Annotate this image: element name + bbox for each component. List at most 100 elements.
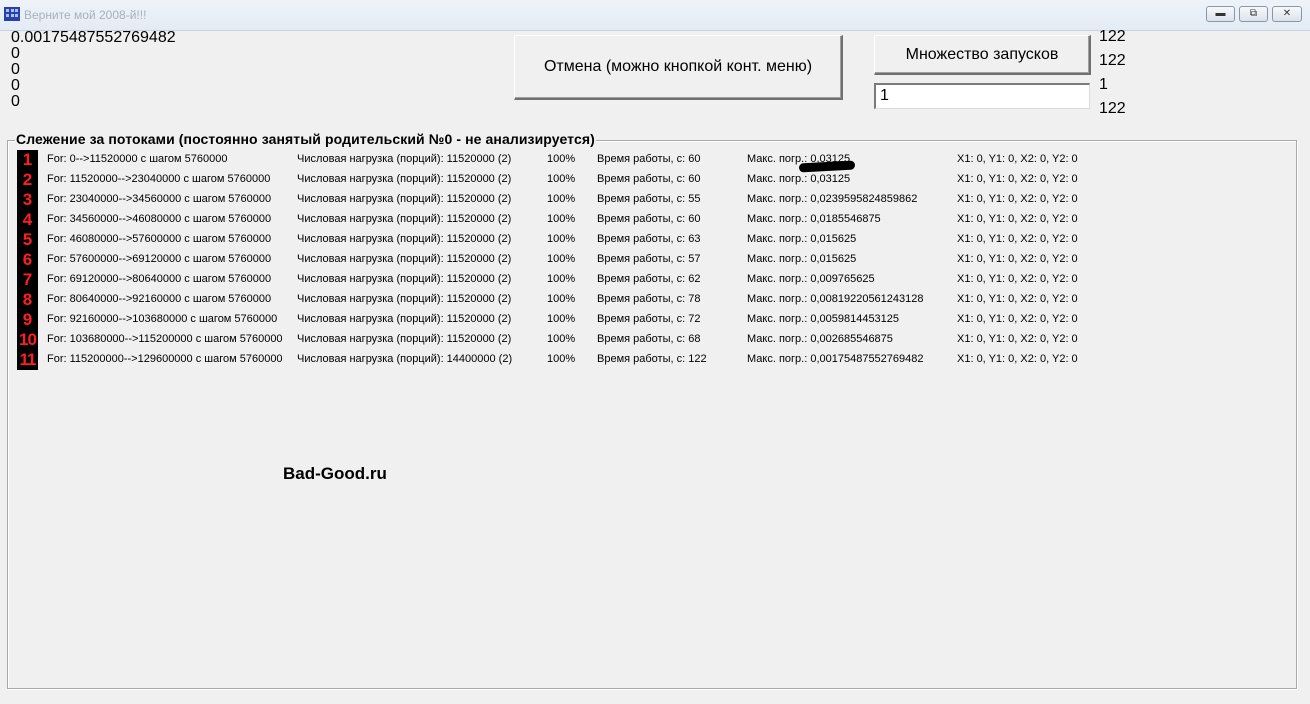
right-values: 122 122 1 122: [1099, 28, 1126, 124]
thread-pct: 100%: [547, 213, 576, 225]
thread-pct: 100%: [547, 293, 576, 305]
thread-load: Числовая нагрузка (порций): 11520000 (2): [297, 173, 512, 185]
thread-time: Время работы, с: 78: [597, 293, 701, 305]
thread-pct: 100%: [547, 173, 576, 185]
thread-load: Числовая нагрузка (порций): 11520000 (2): [297, 193, 512, 205]
thread-load: Числовая нагрузка (порций): 11520000 (2): [297, 233, 512, 245]
thread-xy: X1: 0, Y1: 0, X2: 0, Y2: 0: [957, 253, 1078, 265]
multiple-runs-button[interactable]: Множество запусков: [874, 35, 1091, 75]
thread-load: Числовая нагрузка (порций): 11520000 (2): [297, 333, 512, 345]
thread-number: 5: [17, 230, 38, 250]
thread-number: 4: [17, 210, 38, 230]
thread-pct: 100%: [547, 193, 576, 205]
thread-time: Время работы, с: 57: [597, 253, 701, 265]
thread-time: Время работы, с: 122: [597, 353, 707, 365]
thread-err: Макс. погр.: 0,0059814453125: [747, 313, 900, 325]
thread-load: Числовая нагрузка (порций): 11520000 (2): [297, 153, 512, 165]
app-icon: [4, 7, 20, 21]
minimize-button[interactable]: ▬: [1206, 6, 1235, 22]
thread-err: Макс. погр.: 0,015625: [747, 253, 857, 265]
thread-time: Время работы, с: 60: [597, 153, 701, 165]
thread-pct: 100%: [547, 353, 576, 365]
title-bar: Верните мой 2008-й!!! ▬ ⧉ ✕: [0, 0, 1310, 31]
window-title: Верните мой 2008-й!!!: [24, 8, 147, 22]
cancel-button[interactable]: Отмена (можно кнопкой конт. меню): [514, 35, 843, 100]
close-button[interactable]: ✕: [1272, 6, 1302, 22]
thread-xy: X1: 0, Y1: 0, X2: 0, Y2: 0: [957, 153, 1078, 165]
thread-for: For: 57600000-->69120000 с шагом 5760000: [47, 253, 272, 265]
thread-xy: X1: 0, Y1: 0, X2: 0, Y2: 0: [957, 353, 1078, 365]
thread-err: Макс. погр.: 0,0239595824859862: [747, 193, 918, 205]
thread-xy: X1: 0, Y1: 0, X2: 0, Y2: 0: [957, 233, 1078, 245]
thread-time: Время работы, с: 60: [597, 173, 701, 185]
result-value: 0: [11, 77, 20, 94]
right-value: 122: [1099, 28, 1126, 45]
watermark: Bad-Good.ru: [283, 464, 387, 483]
thread-xy: X1: 0, Y1: 0, X2: 0, Y2: 0: [957, 333, 1078, 345]
thread-load: Числовая нагрузка (порций): 14400000 (2): [297, 353, 513, 365]
thread-number: 9: [17, 310, 38, 330]
thread-xy: X1: 0, Y1: 0, X2: 0, Y2: 0: [957, 213, 1078, 225]
minimize-icon: ▬: [1215, 8, 1226, 19]
runs-count-input[interactable]: 1: [874, 83, 1090, 109]
thread-err: Макс. погр.: 0,00175487552769482: [747, 353, 924, 365]
thread-row: 8 For: 80640000-->92160000 с шагом 576000…: [0, 290, 1200, 310]
thread-number: 10: [17, 330, 38, 350]
maximize-button[interactable]: ⧉: [1239, 6, 1268, 22]
thread-time: Время работы, с: 68: [597, 333, 701, 345]
thread-pct: 100%: [547, 153, 576, 165]
thread-time: Время работы, с: 72: [597, 313, 701, 325]
thread-for: For: 0-->11520000 с шагом 5760000: [47, 153, 228, 165]
thread-xy: X1: 0, Y1: 0, X2: 0, Y2: 0: [957, 193, 1078, 205]
thread-for: For: 92160000-->103680000 с шагом 576000…: [47, 313, 278, 325]
thread-err: Макс. погр.: 0,009765625: [747, 273, 875, 285]
result-value: 0: [11, 61, 20, 78]
thread-for: For: 23040000-->34560000 с шагом 5760000: [47, 193, 272, 205]
thread-time: Время работы, с: 63: [597, 233, 701, 245]
thread-for: For: 46080000-->57600000 с шагом 5760000: [47, 233, 272, 245]
result-value: 0: [11, 45, 20, 62]
group-title: Слежение за потоками (постоянно занятый …: [15, 131, 596, 147]
thread-number: 7: [17, 270, 38, 290]
thread-err: Макс. погр.: 0,00819220561243128: [747, 293, 924, 305]
thread-row: 3 For: 23040000-->34560000 с шагом 576000…: [0, 190, 1200, 210]
right-value: 122: [1099, 100, 1126, 117]
thread-err: Макс. погр.: 0,03125: [747, 173, 851, 185]
thread-number: 3: [17, 190, 38, 210]
thread-row: 5 For: 46080000-->57600000 с шагом 576000…: [0, 230, 1200, 250]
thread-for: For: 80640000-->92160000 с шагом 5760000: [47, 293, 272, 305]
thread-row: 10 For: 103680000-->115200000 с шагом 576…: [0, 330, 1200, 350]
thread-for: For: 69120000-->80640000 с шагом 5760000: [47, 273, 272, 285]
thread-xy: X1: 0, Y1: 0, X2: 0, Y2: 0: [957, 313, 1078, 325]
thread-for: For: 11520000-->23040000 с шагом 5760000: [47, 173, 271, 185]
thread-xy: X1: 0, Y1: 0, X2: 0, Y2: 0: [957, 273, 1078, 285]
thread-pct: 100%: [547, 273, 576, 285]
thread-number: 6: [17, 250, 38, 270]
thread-number: 1: [17, 150, 38, 170]
close-icon: ✕: [1282, 8, 1292, 19]
thread-row: 6 For: 57600000-->69120000 с шагом 576000…: [0, 250, 1200, 270]
thread-row: 4 For: 34560000-->46080000 с шагом 576000…: [0, 210, 1200, 230]
thread-number: 8: [17, 290, 38, 310]
restore-icon: ⧉: [1249, 8, 1258, 19]
thread-load: Числовая нагрузка (порций): 11520000 (2): [297, 273, 512, 285]
thread-load: Числовая нагрузка (порций): 11520000 (2): [297, 313, 512, 325]
thread-row: 2 For: 11520000-->23040000 с шагом 576000…: [0, 170, 1200, 190]
thread-load: Числовая нагрузка (порций): 11520000 (2): [297, 253, 512, 265]
thread-pct: 100%: [547, 313, 576, 325]
thread-time: Время работы, с: 60: [597, 213, 701, 225]
thread-number: 2: [17, 170, 38, 190]
thread-time: Время работы, с: 62: [597, 273, 701, 285]
result-value: 0: [11, 93, 20, 110]
thread-err: Макс. погр.: 0,015625: [747, 233, 857, 245]
result-values: 0.00175487552769482 0 0 0 0: [11, 30, 176, 110]
thread-row: 11 For: 115200000-->129600000 с шагом 576…: [0, 350, 1200, 370]
thread-for: For: 115200000-->129600000 с шагом 57600…: [47, 353, 283, 365]
thread-row: 7 For: 69120000-->80640000 с шагом 576000…: [0, 270, 1200, 290]
thread-number: 11: [17, 350, 38, 370]
thread-row: 9 For: 92160000-->103680000 с шагом 57600…: [0, 310, 1200, 330]
thread-xy: X1: 0, Y1: 0, X2: 0, Y2: 0: [957, 173, 1078, 185]
right-value: 1: [1099, 76, 1108, 93]
thread-pct: 100%: [547, 233, 576, 245]
thread-load: Числовая нагрузка (порций): 11520000 (2): [297, 213, 512, 225]
